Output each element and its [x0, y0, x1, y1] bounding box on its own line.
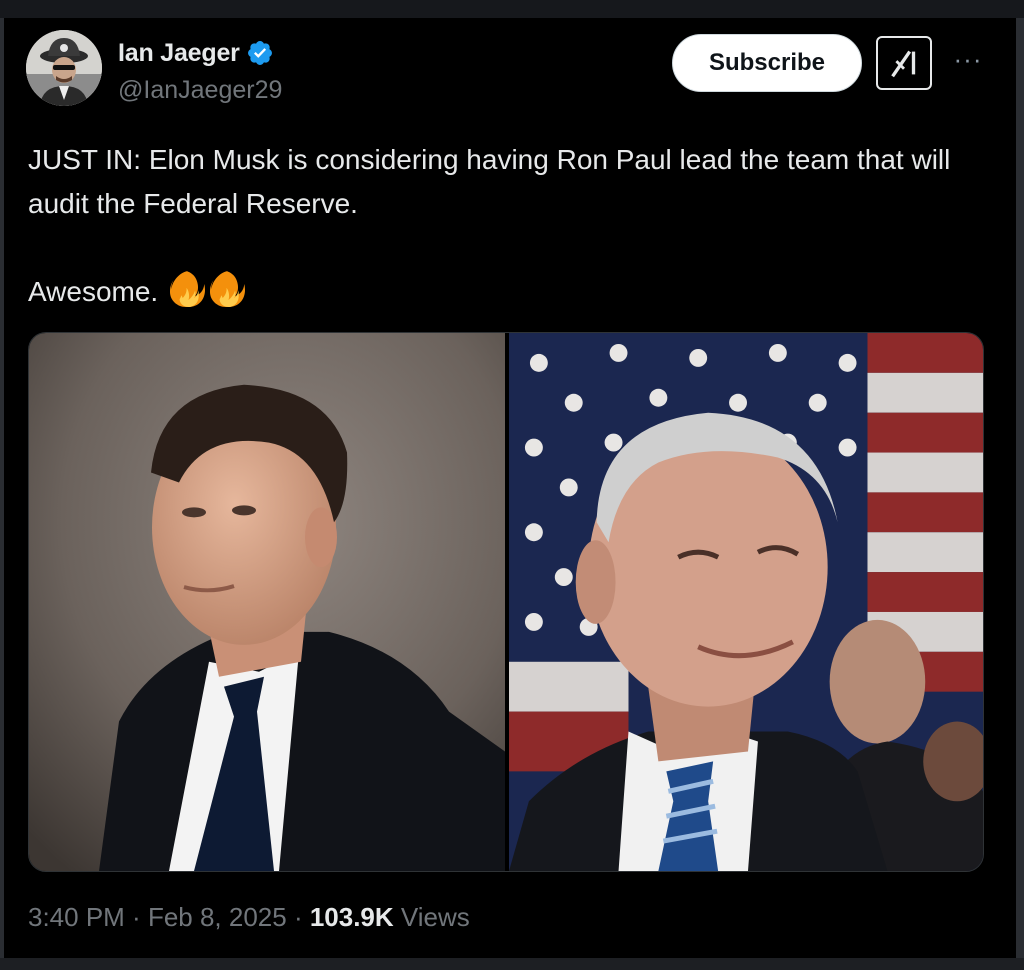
views-label: Views — [393, 902, 470, 932]
tweet-date[interactable]: Feb 8, 2025 — [148, 902, 287, 933]
elon-musk-photo[interactable] — [29, 333, 505, 871]
author-name-row[interactable]: Ian Jaeger — [118, 38, 274, 68]
avatar-icon — [26, 30, 102, 106]
tweet-time[interactable]: 3:40 PM — [28, 902, 125, 933]
subscribe-button[interactable]: Subscribe — [672, 34, 862, 92]
window-right-border — [1016, 18, 1024, 958]
ron-paul-photo[interactable] — [505, 333, 983, 871]
window-bottom-border — [0, 958, 1024, 970]
author-display-name[interactable]: Ian Jaeger — [118, 39, 240, 68]
tweet-text-line-1: JUST IN: Elon Musk is considering having… — [28, 144, 951, 219]
tweet-text: JUST IN: Elon Musk is considering having… — [28, 138, 978, 314]
more-icon: ··· — [953, 44, 983, 74]
author-handle[interactable]: @IanJaeger29 — [118, 76, 282, 105]
fire-icon — [170, 271, 205, 307]
views-count[interactable]: 103.9K — [310, 902, 394, 933]
tweet-text-awesome: Awesome. — [28, 276, 159, 307]
fire-icon — [210, 271, 245, 307]
tweet-metadata: 3:40 PM · Feb 8, 2025 · 103.9K Views — [28, 902, 470, 933]
meta-separator: · — [286, 902, 310, 932]
elon-musk-photo-illustration — [29, 333, 505, 871]
tweet-media[interactable] — [28, 332, 984, 872]
grok-button[interactable] — [876, 36, 932, 90]
window-top-border — [0, 0, 1024, 18]
meta-separator: · — [124, 902, 148, 932]
tweet-text-line-2: Awesome. — [28, 270, 978, 314]
grok-icon — [891, 50, 916, 78]
avatar[interactable] — [26, 30, 102, 106]
more-options-button[interactable]: ··· — [948, 44, 988, 80]
verified-badge-icon — [247, 41, 272, 65]
ron-paul-photo-illustration — [509, 333, 983, 871]
